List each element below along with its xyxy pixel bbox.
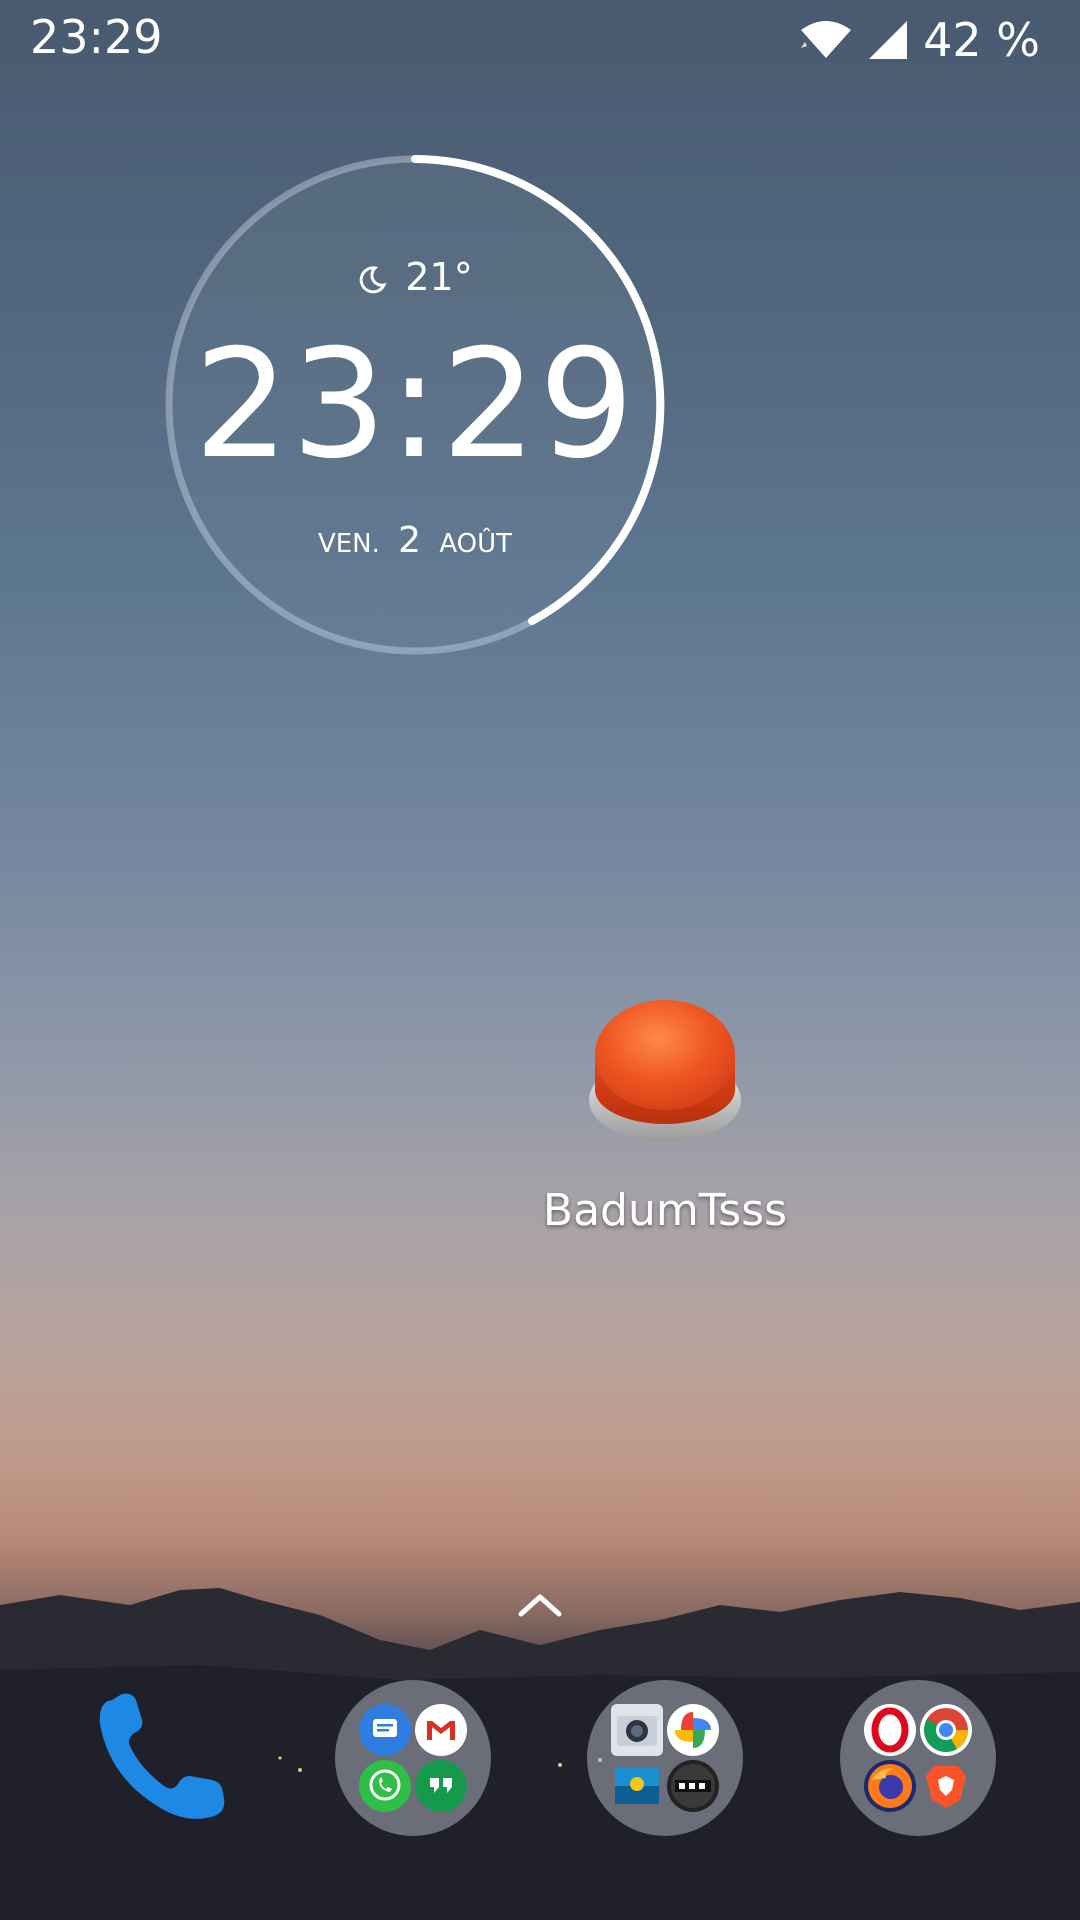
opera-icon [864,1704,916,1756]
status-icons: 42 % [799,10,1040,70]
clock-date: VEN. 2 AOÛT [160,520,670,561]
gmail-icon [415,1704,467,1756]
gallery-icon [611,1760,663,1812]
status-time: 23:29 [30,10,163,64]
app-label: BadumTsss [542,1185,788,1236]
app-badumtsss[interactable]: BadumTsss [530,990,800,1236]
weather-readout[interactable]: 21° [160,255,670,299]
date-day: VEN. [317,529,380,559]
moon-icon [359,265,387,293]
folder-media[interactable] [587,1680,743,1836]
clock-widget[interactable]: 21° 23:29 VEN. 2 AOÛT [160,150,670,660]
gopro-icon [667,1760,719,1812]
folder-messaging[interactable] [335,1680,491,1836]
clock-time: 23:29 [193,318,637,492]
whatsapp-icon [359,1760,411,1812]
hangouts-icon [415,1760,467,1812]
date-number: 2 [398,520,422,561]
messages-icon [359,1704,411,1756]
temperature: 21° [405,255,473,299]
phone-icon [99,1693,225,1819]
firefox-icon [864,1760,916,1812]
chevron-up-icon[interactable] [515,1590,565,1620]
dock-phone[interactable] [82,1680,238,1836]
folder-browsers[interactable] [840,1680,996,1836]
red-button-icon [589,1000,741,1142]
camera-icon [611,1704,663,1756]
wifi-icon [801,21,852,58]
photos-icon [667,1704,719,1756]
battery-percentage: 42 % [923,13,1040,67]
date-month: AOÛT [439,529,513,559]
status-bar: 23:29 42 % [0,0,1080,72]
brave-icon [920,1760,972,1812]
dock [0,1680,1080,1850]
chrome-icon [920,1704,972,1756]
signal-icon [869,21,908,59]
